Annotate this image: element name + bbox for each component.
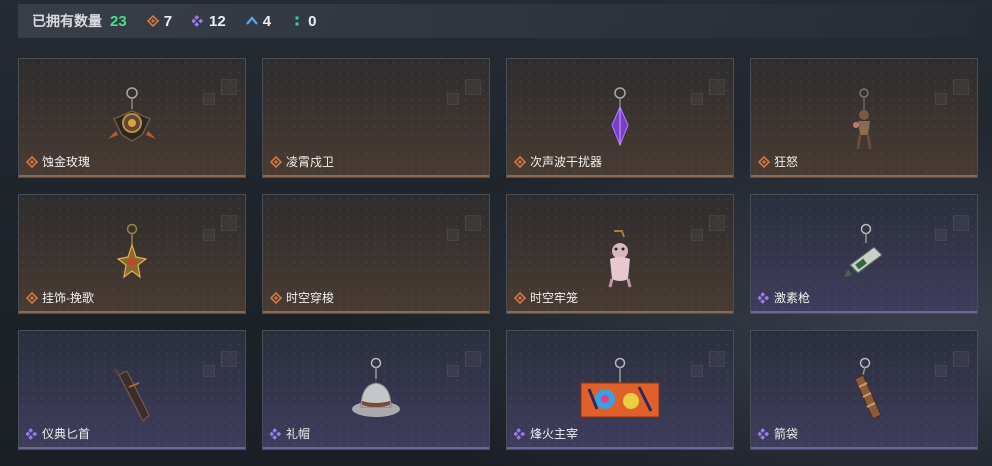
purple-diamond-icon [192, 15, 204, 27]
orange-rarity-icon [514, 291, 526, 304]
item-name: 挂饰-挽歌 [42, 291, 94, 305]
item-name-row: 烽火主宰 [514, 425, 578, 442]
purple-rarity-icon [758, 427, 770, 440]
card-decoration [447, 93, 459, 105]
item-name: 狂怒 [774, 155, 799, 169]
card-decoration [465, 79, 481, 95]
item-name: 凌霄戍卫 [286, 155, 335, 169]
purple-rarity-icon [270, 427, 282, 440]
orange-rarity-icon [26, 291, 38, 304]
orange-count-value: 7 [163, 12, 173, 30]
item-card-beacon-ruler[interactable]: 烽火主宰 [506, 330, 734, 450]
item-name-row: 凌霄戍卫 [270, 153, 334, 170]
item-card-top-hat[interactable]: 礼帽 [262, 330, 490, 450]
card-decoration [465, 215, 481, 231]
purple-count-value: 12 [209, 12, 226, 30]
orange-rarity-icon [270, 291, 282, 304]
item-name: 仪典匕首 [42, 427, 91, 441]
item-name-row: 次声波干扰器 [514, 153, 602, 170]
item-name: 时空穿梭 [286, 291, 335, 305]
item-name: 次声波干扰器 [530, 155, 603, 169]
item-card-ritual-dagger[interactable]: 仪典匕首 [18, 330, 246, 450]
item-card-rose[interactable]: 蚀金玫瑰 [18, 58, 246, 178]
item-card-rage[interactable]: 狂怒 [750, 58, 978, 178]
item-card-time-cage[interactable]: 时空牢笼 [506, 194, 734, 314]
purple-rarity-icon [514, 427, 526, 440]
pendant-collection-grid: 蚀金玫瑰 凌霄戍卫 次声波干扰器 狂怒 挂饰-挽歌 时空穿梭 时空牢笼 激素枪 … [18, 58, 978, 450]
item-name-row: 仪典匕首 [26, 425, 90, 442]
blue-rarity-count: 4 [245, 12, 272, 30]
blue-count-value: 4 [262, 12, 272, 30]
item-name: 烽火主宰 [530, 427, 579, 441]
item-name-row: 狂怒 [758, 153, 798, 170]
item-card-time-shuttle[interactable]: 时空穿梭 [262, 194, 490, 314]
owned-count-value: 23 [110, 12, 127, 30]
item-name-row: 箭袋 [758, 425, 798, 442]
purple-rarity-icon [26, 427, 38, 440]
orange-rarity-icon [270, 155, 282, 168]
item-name-row: 时空牢笼 [514, 289, 578, 306]
item-name-row: 礼帽 [270, 425, 310, 442]
item-name-row: 挂饰-挽歌 [26, 289, 94, 306]
purple-rarity-count: 12 [192, 13, 226, 30]
orange-diamond-icon [146, 15, 159, 27]
item-name: 箭袋 [774, 427, 799, 441]
item-card-quiver[interactable]: 箭袋 [750, 330, 978, 450]
green-dots-icon [291, 15, 303, 27]
orange-rarity-icon [514, 155, 526, 168]
item-name-row: 蚀金玫瑰 [26, 153, 90, 170]
item-card-infrasound-jammer[interactable]: 次声波干扰器 [506, 58, 734, 178]
item-name: 激素枪 [774, 291, 811, 305]
item-name-row: 时空穿梭 [270, 289, 334, 306]
orange-rarity-icon [26, 155, 38, 168]
ownership-summary-bar: 已拥有数量 23 7 12 4 0 [18, 4, 976, 38]
card-decoration [447, 229, 459, 241]
item-name-row: 激素枪 [758, 289, 810, 306]
purple-rarity-icon [758, 291, 770, 304]
item-card-sky-guard[interactable]: 凌霄戍卫 [262, 58, 490, 178]
green-count-value: 0 [308, 12, 317, 30]
item-card-elegy[interactable]: 挂饰-挽歌 [18, 194, 246, 314]
owned-count-label: 已拥有数量 [32, 13, 102, 29]
item-name: 蚀金玫瑰 [42, 155, 91, 169]
item-name: 时空牢笼 [530, 291, 579, 305]
item-card-hormone-gun[interactable]: 激素枪 [750, 194, 978, 314]
blue-chevron-icon [245, 15, 258, 27]
orange-rarity-icon [758, 155, 770, 168]
item-name: 礼帽 [286, 427, 311, 441]
orange-rarity-count: 7 [146, 12, 173, 30]
green-rarity-count: 0 [291, 13, 316, 30]
